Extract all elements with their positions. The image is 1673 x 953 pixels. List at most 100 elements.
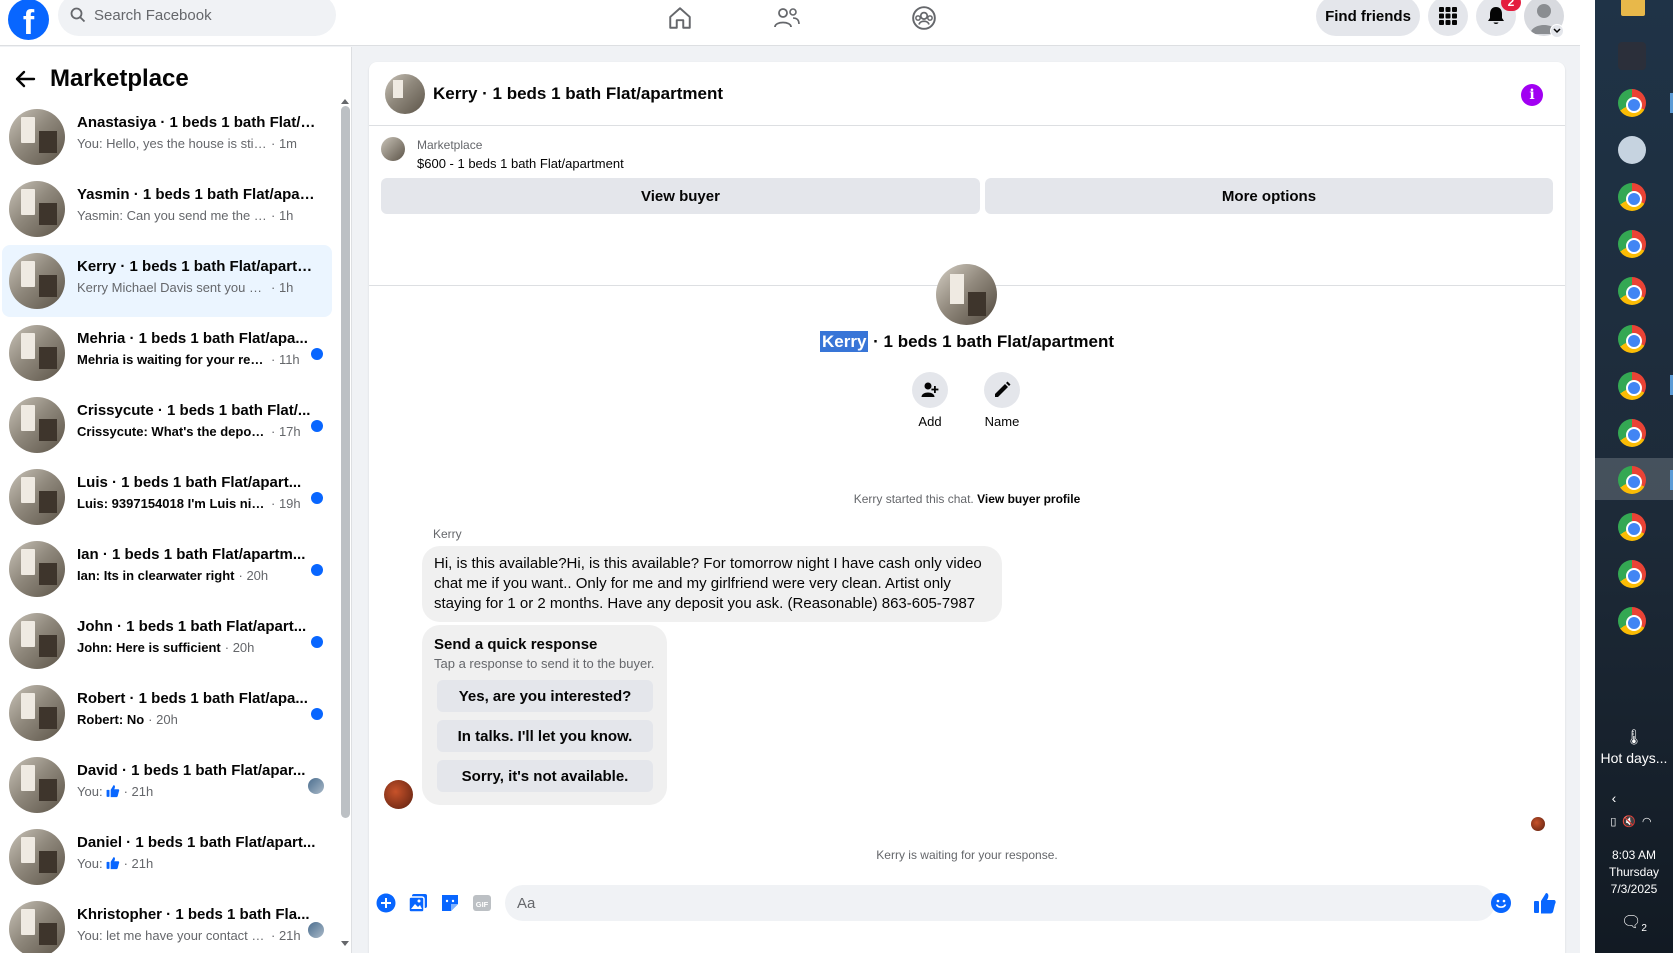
add-action[interactable]: Add: [900, 372, 960, 429]
preview-text: John: Here is sufficient: [77, 640, 221, 655]
listing-avatar[interactable]: [9, 613, 65, 669]
gif-icon[interactable]: GIF: [471, 892, 493, 914]
chrome-profile-icon[interactable]: [1618, 372, 1646, 400]
listing-avatar[interactable]: [9, 901, 65, 953]
conversation-name: Robert · 1 beds 1 bath Flat/apa...: [77, 690, 308, 707]
pencil-icon[interactable]: [984, 372, 1020, 408]
listing-avatar[interactable]: [9, 325, 65, 381]
listing-avatar[interactable]: [9, 253, 65, 309]
sticker-icon[interactable]: [439, 892, 461, 914]
chrome-icon[interactable]: [1618, 89, 1646, 117]
chrome-profile-icon[interactable]: [1618, 466, 1646, 494]
chevron-left-icon[interactable]: ‹: [1575, 790, 1653, 806]
conversation-item[interactable]: Kerry · 1 beds 1 bath Flat/apartm... Kerr…: [2, 245, 332, 317]
like-thumb-icon[interactable]: [1532, 890, 1558, 916]
scroll-up-arrow-icon[interactable]: [340, 97, 350, 105]
more-options-button[interactable]: More options: [985, 178, 1553, 214]
preview-text: Robert: No: [77, 712, 145, 727]
thermometer-icon[interactable]: 🌡: [1595, 728, 1673, 746]
home-icon[interactable]: [664, 2, 696, 34]
listing-price[interactable]: $600 - 1 beds 1 bath Flat/apartment: [417, 156, 624, 171]
photo-icon[interactable]: [407, 892, 429, 914]
marketplace-sidebar: Marketplace Anastasiya · 1 beds 1 bath F…: [0, 47, 352, 953]
listing-avatar[interactable]: [9, 685, 65, 741]
chrome-profile-icon[interactable]: [1618, 607, 1646, 635]
preview-text: Yasmin: Can you send me the addr...: [77, 208, 267, 223]
conversation-name: Anastasiya · 1 beds 1 bath Flat/a...: [77, 114, 317, 131]
quick-response-yes[interactable]: Yes, are you interested?: [437, 680, 653, 712]
search-input[interactable]: [94, 6, 314, 24]
conversation-item[interactable]: Anastasiya · 1 beds 1 bath Flat/a... You:…: [2, 101, 332, 173]
clock-day[interactable]: Thursday: [1595, 865, 1673, 879]
unread-dot: [311, 492, 323, 504]
plus-circle-icon[interactable]: [375, 892, 397, 914]
quick-response-sorry[interactable]: Sorry, it's not available.: [437, 760, 653, 792]
scroll-down-arrow-icon[interactable]: [340, 940, 350, 948]
started-text: Kerry started this chat.: [853, 492, 974, 506]
listing-avatar[interactable]: [9, 181, 65, 237]
conversation-item[interactable]: Ian · 1 beds 1 bath Flat/apartm... Ian: I…: [2, 533, 332, 605]
preview-time: · 19h: [271, 496, 301, 511]
chrome-profile-icon[interactable]: [1618, 183, 1646, 211]
chrome-profile-icon[interactable]: [1618, 513, 1646, 541]
emoji-icon[interactable]: [1491, 893, 1511, 913]
view-buyer-button[interactable]: View buyer: [381, 178, 980, 214]
listing-avatar[interactable]: [9, 829, 65, 885]
listing-thumbnail[interactable]: [381, 137, 405, 161]
chevron-down-icon[interactable]: [1550, 24, 1564, 38]
friends-icon[interactable]: [771, 2, 803, 34]
chrome-profile-icon[interactable]: [1618, 325, 1646, 353]
facebook-logo[interactable]: f: [8, 0, 49, 40]
chrome-profile-icon[interactable]: [1618, 230, 1646, 258]
view-buyer-profile-link[interactable]: View buyer profile: [977, 492, 1080, 506]
find-friends-button[interactable]: Find friends: [1316, 0, 1420, 36]
incoming-message[interactable]: Hi, is this available?Hi, is this availa…: [422, 546, 1002, 622]
search-box[interactable]: [58, 0, 336, 36]
message-input[interactable]: [505, 885, 1495, 921]
conversation-item[interactable]: Luis · 1 beds 1 bath Flat/apart... Luis: …: [2, 461, 332, 533]
listing-avatar[interactable]: [9, 541, 65, 597]
conversation-name: David · 1 beds 1 bath Flat/apar...: [77, 762, 306, 779]
notification-center-icon[interactable]: 🗨2: [1595, 912, 1673, 934]
info-icon[interactable]: i: [1521, 84, 1543, 106]
chat-header-title[interactable]: Kerry · 1 beds 1 bath Flat/apartment: [433, 84, 723, 104]
chrome-profile-icon[interactable]: [1618, 277, 1646, 305]
menu-grid-icon[interactable]: [1428, 0, 1468, 36]
conversation-name: Ian · 1 beds 1 bath Flat/apartm...: [77, 546, 306, 563]
chat-header-avatar[interactable]: [385, 74, 425, 114]
preview-text: Kerry Michael Davis sent you a mes...: [77, 280, 267, 295]
conversation-preview: Kerry Michael Davis sent you a mes... · 1…: [77, 280, 317, 295]
selected-name-highlight: Kerry: [819, 331, 869, 352]
name-action[interactable]: Name: [972, 372, 1032, 429]
listing-avatar[interactable]: [9, 469, 65, 525]
groups-icon[interactable]: [908, 2, 940, 34]
conversation-item[interactable]: Khristopher · 1 beds 1 bath Fla... You: l…: [2, 893, 332, 953]
listing-avatar[interactable]: [9, 757, 65, 813]
listing-avatar[interactable]: [9, 397, 65, 453]
conversation-item[interactable]: John · 1 beds 1 bath Flat/apart... John: …: [2, 605, 332, 677]
app-icon[interactable]: [1618, 42, 1646, 70]
buyer-profile-avatar[interactable]: [936, 264, 997, 325]
conversation-item[interactable]: Daniel · 1 beds 1 bath Flat/apart... You:…: [2, 821, 332, 893]
clock-time[interactable]: 8:03 AM: [1595, 848, 1673, 862]
back-arrow-icon[interactable]: [12, 66, 38, 92]
preview-time: · 20h: [224, 640, 255, 655]
quick-response-in-talks[interactable]: In talks. I'll let you know.: [437, 720, 653, 752]
conversation-preview: Robert: No · 20h: [77, 712, 317, 727]
conversation-item[interactable]: David · 1 beds 1 bath Flat/apar... You: · …: [2, 749, 332, 821]
sender-avatar[interactable]: [384, 780, 413, 809]
chrome-profile-icon[interactable]: [1618, 560, 1646, 588]
paint-icon[interactable]: [1618, 136, 1646, 164]
system-tray-icons[interactable]: ▯🔇◠: [1595, 815, 1673, 828]
weather-widget[interactable]: Hot days...: [1595, 750, 1673, 766]
conversation-item[interactable]: Mehria · 1 beds 1 bath Flat/apa... Mehria…: [2, 317, 332, 389]
conversation-item[interactable]: Crissycute · 1 beds 1 bath Flat/... Criss…: [2, 389, 332, 461]
sidebar-scroll-thumb[interactable]: [341, 106, 350, 818]
conversation-item[interactable]: Robert · 1 beds 1 bath Flat/apa... Robert…: [2, 677, 332, 749]
conversation-item[interactable]: Yasmin · 1 beds 1 bath Flat/apart... Yasm…: [2, 173, 332, 245]
listing-avatar[interactable]: [9, 109, 65, 165]
add-person-icon[interactable]: [912, 372, 948, 408]
chrome-profile-icon[interactable]: [1618, 419, 1646, 447]
clock-date[interactable]: 7/3/2025: [1595, 882, 1673, 896]
file-explorer-icon[interactable]: [1621, 0, 1645, 16]
